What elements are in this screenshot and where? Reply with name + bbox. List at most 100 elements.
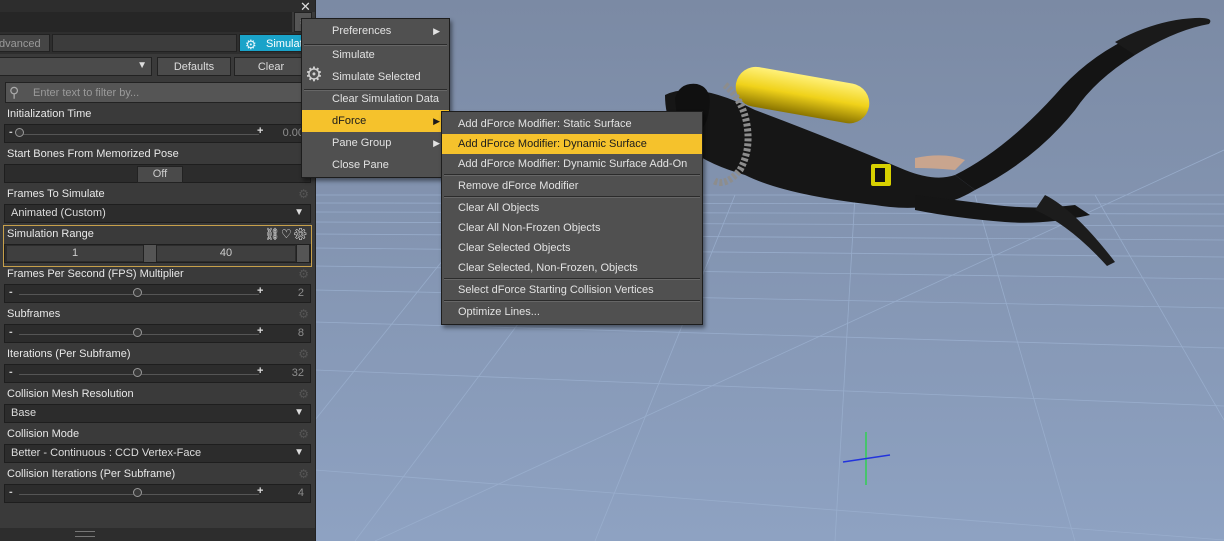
menu-separator — [444, 174, 700, 176]
iterations-slider[interactable]: - + 32 — [4, 364, 311, 383]
menu-item-clear-all-non-frozen-objects[interactable]: Clear All Non-Frozen Objects — [442, 218, 702, 238]
menu-item-label: dForce — [332, 115, 367, 127]
dforce-submenu: Add dForce Modifier: Static Surface Add d… — [441, 111, 703, 325]
clear-button[interactable]: Clear — [234, 57, 308, 76]
collision-resolution-dropdown[interactable]: Base ▼ — [4, 404, 311, 423]
prop-frames-to-simulate: Frames To Simulate ⚙ Animated (Custom) ▼ — [4, 186, 311, 226]
prop-initialization-time: Initialization Time - + 0.00 — [4, 106, 311, 146]
menu-item-simulate-selected[interactable]: Simulate Selected — [302, 66, 449, 88]
decrement-icon[interactable]: - — [9, 486, 13, 498]
submenu-arrow-icon: ▶ — [433, 116, 440, 126]
prop-collision-mode: Collision Mode ⚙ Better - Continuous : C… — [4, 426, 311, 466]
frames-to-simulate-dropdown[interactable]: Animated (Custom) ▼ — [4, 204, 311, 223]
slider-knob[interactable] — [133, 288, 142, 297]
pane-tabs: dvanced ⚙ Simulat — [0, 32, 315, 54]
menu-item-preferences[interactable]: Preferences ▶ — [302, 20, 449, 42]
increment-icon[interactable]: + — [257, 485, 263, 497]
submenu-arrow-icon: ▶ — [433, 138, 440, 148]
slider-knob[interactable] — [133, 368, 142, 377]
pane-resize-bar[interactable] — [0, 528, 315, 541]
subframes-slider[interactable]: - + 8 — [4, 324, 311, 343]
prop-label: Collision Mesh Resolution — [7, 388, 134, 400]
pane-options-menu: Preferences ▶ ⚙ Simulate Simulate Select… — [301, 18, 450, 178]
menu-item-optimize-lines[interactable]: Optimize Lines... — [442, 302, 702, 322]
increment-icon[interactable]: + — [257, 125, 263, 137]
slider-value[interactable]: 2 — [298, 287, 304, 299]
collision-mode-dropdown[interactable]: Better - Continuous : CCD Vertex-Face ▼ — [4, 444, 311, 463]
prop-start-bones: Start Bones From Memorized Pose Off — [4, 146, 311, 186]
slider-track — [19, 134, 259, 135]
tab-advanced[interactable]: dvanced — [0, 34, 50, 52]
gear-icon[interactable]: ⚙ — [298, 187, 309, 201]
prop-label: Collision Iterations (Per Subframe) — [7, 468, 176, 480]
range-end-handle[interactable] — [296, 245, 310, 262]
menu-item-dforce[interactable]: dForce ▶ — [302, 110, 449, 132]
menu-separator — [444, 300, 700, 302]
fps-multiplier-slider[interactable]: - + 2 — [4, 284, 311, 303]
menu-item-clear-simulation-data[interactable]: Clear Simulation Data — [302, 88, 449, 110]
menu-item-select-starting-collision-vertices[interactable]: Select dForce Starting Collision Vertice… — [442, 280, 702, 300]
menu-item-clear-all-objects[interactable]: Clear All Objects — [442, 198, 702, 218]
simulation-settings-pane: ✕ ≡ dvanced ⚙ Simulat ▼ Defaults Clear ⚲… — [0, 0, 316, 541]
decrement-icon[interactable]: - — [9, 126, 13, 138]
prop-collision-iterations: Collision Iterations (Per Subframe) ⚙ - … — [4, 466, 311, 506]
decrement-icon[interactable]: - — [9, 366, 13, 378]
prop-label: Initialization Time — [7, 108, 92, 120]
resize-grip-icon[interactable] — [75, 531, 95, 537]
simulation-range-control: 1 40 — [4, 244, 311, 263]
increment-icon[interactable]: + — [257, 365, 263, 377]
menu-item-pane-group[interactable]: Pane Group ▶ — [302, 132, 449, 154]
gears-icon: ⚙ — [245, 37, 257, 52]
gear-icon[interactable]: ⚙ — [298, 347, 309, 361]
start-bones-toggle-row: Off — [4, 164, 311, 183]
slider-knob[interactable] — [15, 128, 24, 137]
filter-bar: ⚲ — [5, 82, 310, 103]
prop-label: Start Bones From Memorized Pose — [7, 148, 179, 160]
gear-icon[interactable]: ⚙ — [298, 267, 309, 281]
prop-collision-mesh-resolution: Collision Mesh Resolution ⚙ Base ▼ — [4, 386, 311, 426]
start-bones-toggle[interactable]: Off — [137, 166, 183, 183]
increment-icon[interactable]: + — [257, 325, 263, 337]
range-start-handle[interactable] — [143, 245, 157, 262]
prop-iterations: Iterations (Per Subframe) ⚙ - + 32 — [4, 346, 311, 386]
prop-label: Frames To Simulate — [7, 188, 105, 200]
link-heart-gear-icons[interactable]: ⛓♡⚙ — [265, 227, 309, 241]
menu-item-close-pane[interactable]: Close Pane — [302, 154, 449, 176]
menu-item-clear-selected-objects[interactable]: Clear Selected Objects — [442, 238, 702, 258]
dropdown-value: Base — [11, 407, 37, 419]
decrement-icon[interactable]: - — [9, 286, 13, 298]
menu-item-add-dynamic-surface[interactable]: Add dForce Modifier: Dynamic Surface — [442, 134, 702, 154]
slider-knob[interactable] — [133, 328, 142, 337]
filter-input[interactable] — [33, 85, 303, 100]
range-start-field[interactable]: 1 — [7, 246, 143, 261]
initialization-time-slider[interactable]: - + 0.00 — [4, 124, 311, 143]
search-icon: ⚲ — [9, 84, 20, 100]
dropdown-arrow-icon: ▼ — [294, 447, 304, 458]
gear-icon[interactable]: ⚙ — [298, 387, 309, 401]
gear-icon[interactable]: ⚙ — [298, 307, 309, 321]
collision-iterations-slider[interactable]: - + 4 — [4, 484, 311, 503]
slider-value[interactable]: 4 — [298, 487, 304, 499]
slider-value[interactable]: 8 — [298, 327, 304, 339]
menu-item-label: Preferences — [332, 25, 392, 37]
menu-item-add-dynamic-surface-addon[interactable]: Add dForce Modifier: Dynamic Surface Add… — [442, 154, 702, 174]
preset-dropdown[interactable]: ▼ — [0, 57, 152, 76]
decrement-icon[interactable]: - — [9, 326, 13, 338]
tab-simulation[interactable]: ⚙ Simulat — [239, 34, 309, 52]
menu-item-simulate[interactable]: Simulate — [302, 44, 449, 66]
slider-knob[interactable] — [133, 488, 142, 497]
dropdown-arrow-icon: ▼ — [137, 60, 147, 71]
range-end-field[interactable]: 40 — [157, 246, 295, 261]
menu-item-clear-selected-non-frozen-objects[interactable]: Clear Selected, Non-Frozen, Objects — [442, 258, 702, 278]
defaults-button[interactable]: Defaults — [157, 57, 231, 76]
menu-item-remove-dforce-modifier[interactable]: Remove dForce Modifier — [442, 176, 702, 196]
menu-item-add-static-surface[interactable]: Add dForce Modifier: Static Surface — [442, 114, 702, 134]
prop-simulation-range: Simulation Range ⛓♡⚙ 1 40 — [3, 225, 312, 267]
slider-value[interactable]: 32 — [292, 367, 304, 379]
dropdown-value: Animated (Custom) — [11, 207, 106, 219]
gear-icon[interactable]: ⚙ — [298, 467, 309, 481]
submenu-arrow-icon: ▶ — [433, 26, 440, 36]
dropdown-arrow-icon: ▼ — [294, 407, 304, 418]
gear-icon[interactable]: ⚙ — [298, 427, 309, 441]
increment-icon[interactable]: + — [257, 285, 263, 297]
